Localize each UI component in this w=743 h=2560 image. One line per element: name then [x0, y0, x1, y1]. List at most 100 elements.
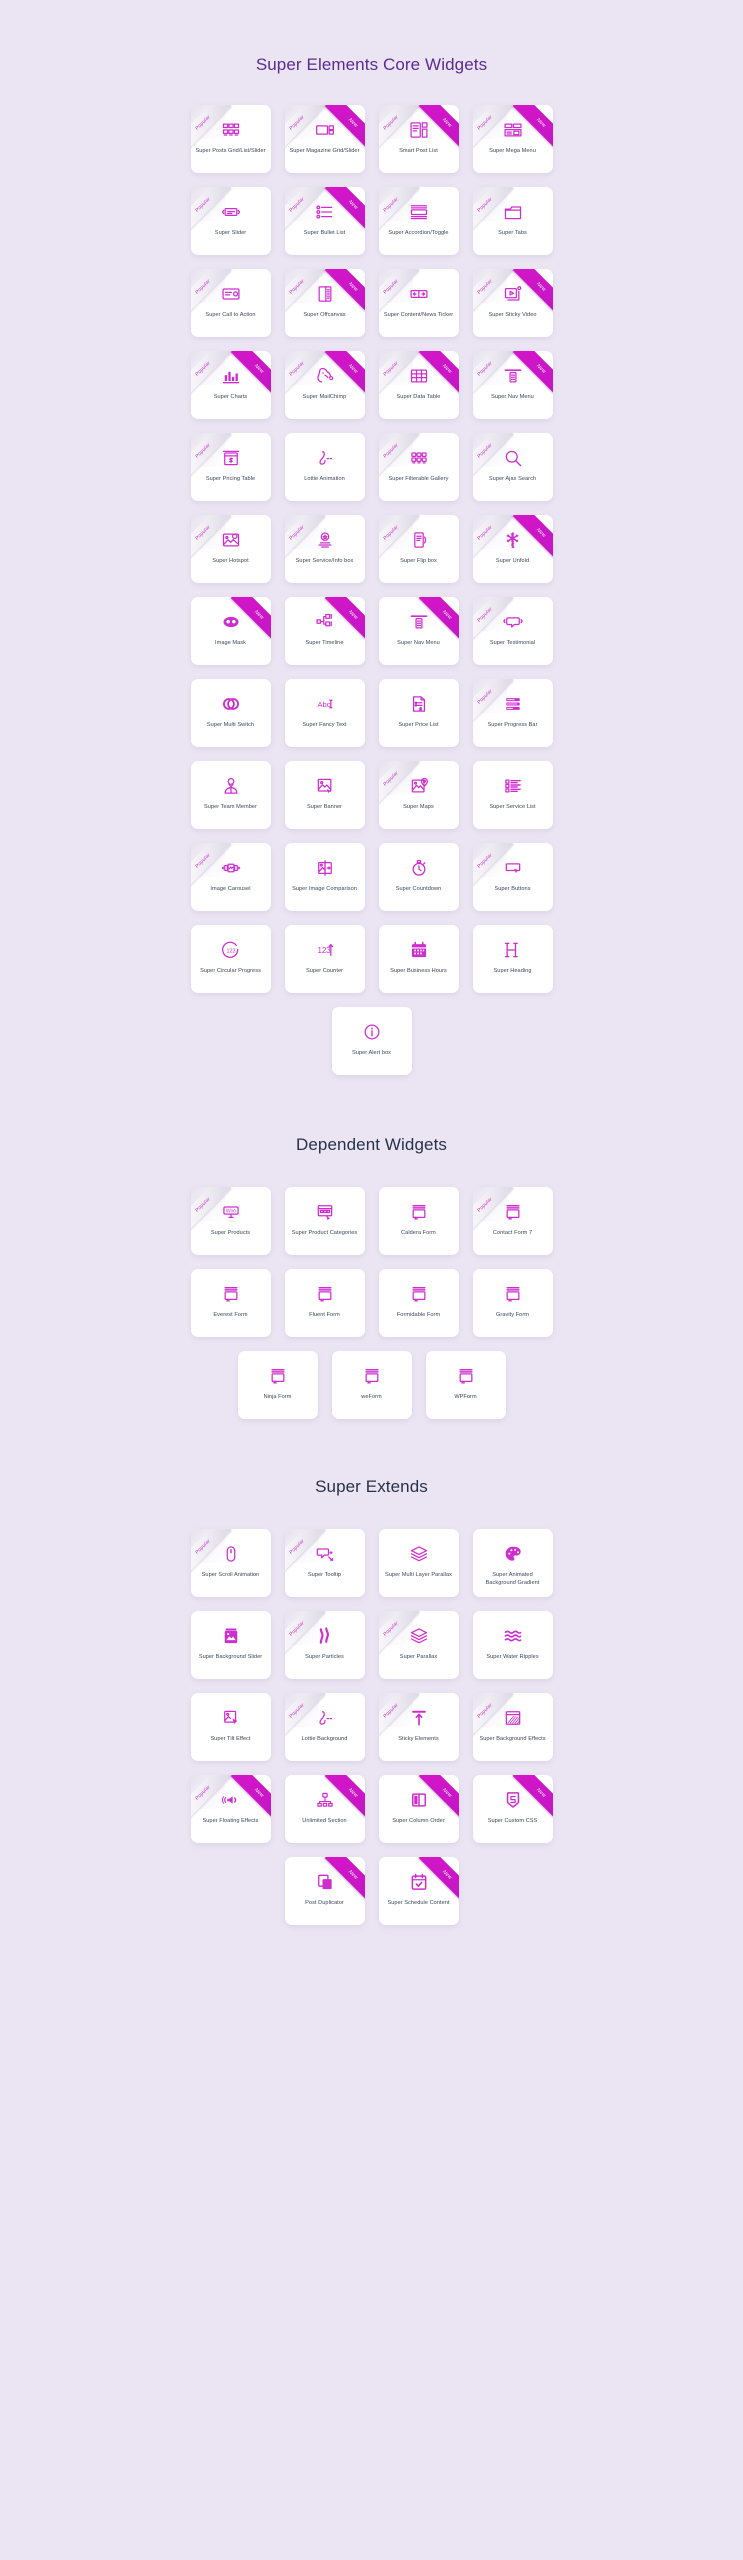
widget-card[interactable]: 123 Super Counter — [284, 925, 365, 993]
widget-card[interactable]: Popular Super Accordion/Toggle — [378, 187, 459, 255]
widget-card[interactable]: Super Alert box — [331, 1007, 412, 1075]
widget-card-label: Super Image Comparison — [292, 886, 357, 892]
widget-card[interactable]: Everest Form — [190, 1269, 271, 1337]
form-icon — [455, 1365, 477, 1387]
sticky-elements-icon — [408, 1707, 430, 1729]
widget-card[interactable]: Popular Super Content/News Ticker — [378, 269, 459, 337]
widget-card[interactable]: Popular New Smart Post List — [378, 105, 459, 173]
widget-card[interactable]: Popular New Super MailChimp — [284, 351, 365, 419]
testimonial-icon — [502, 611, 524, 633]
widget-row: Super Alert box — [0, 1007, 743, 1075]
widget-card[interactable]: New Post Duplicator — [284, 1857, 365, 1925]
widget-card[interactable]: Caldera Form — [378, 1187, 459, 1255]
widget-card[interactable]: Gravity Form — [472, 1269, 553, 1337]
widget-card[interactable]: Popular Super Posts Grid/List/Slider — [190, 105, 271, 173]
widget-card[interactable]: Popular Image Carousel — [190, 843, 271, 911]
widget-card[interactable]: Popular Super Ajax Search — [472, 433, 553, 501]
widget-card[interactable]: Super Background Slider — [190, 1611, 271, 1679]
widget-card[interactable]: 123 Super Circular Progress — [190, 925, 271, 993]
widget-card[interactable]: Popular New Super Floating Effects — [190, 1775, 271, 1843]
widget-card[interactable]: Popular New Super Magazine Grid/Slider — [284, 105, 365, 173]
widget-card[interactable]: Popular New Super Bullet List — [284, 187, 365, 255]
accordion-icon — [408, 201, 430, 223]
widget-card[interactable]: Popular New Super Data Table — [378, 351, 459, 419]
widget-card-label: Super Hotspot — [212, 558, 249, 564]
widget-card-label: Smart Post List — [399, 148, 438, 154]
form-icon — [220, 1283, 242, 1305]
widget-card[interactable]: Super Countdown — [378, 843, 459, 911]
widget-card[interactable]: weForm — [331, 1351, 412, 1419]
widget-card-label: Super Buttons — [494, 886, 531, 892]
widget-card[interactable]: New Super Nav Menu — [378, 597, 459, 665]
widget-card[interactable]: Super Business Hours — [378, 925, 459, 993]
widget-card[interactable]: Fluent Form — [284, 1269, 365, 1337]
widget-card[interactable]: Popular Super Pricing Table — [190, 433, 271, 501]
widget-card[interactable]: Super Image Comparison — [284, 843, 365, 911]
widget-card[interactable]: Popular Sticky Elements — [378, 1693, 459, 1761]
widget-card-label: Super Multi Layer Parallax — [385, 1572, 452, 1578]
widget-card[interactable]: Popular New Super Nav Menu — [472, 351, 553, 419]
widget-card[interactable]: Popular Super Slider — [190, 187, 271, 255]
widget-card[interactable]: Formidable Form — [378, 1269, 459, 1337]
widget-card[interactable]: Popular Super Background Effects — [472, 1693, 553, 1761]
widget-card[interactable]: New Super Timeline — [284, 597, 365, 665]
widget-card[interactable]: Popular New Super Mega Menu — [472, 105, 553, 173]
widget-card[interactable]: Popular New Super Offcanvas — [284, 269, 365, 337]
widget-row: Popular New Super Floating Effects New Unlim… — [0, 1775, 743, 1843]
widget-card[interactable]: Popular Super Parallax — [378, 1611, 459, 1679]
widget-card[interactable]: Popular Contact Form 7 — [472, 1187, 553, 1255]
background-slider-icon — [220, 1625, 242, 1647]
widget-card-label: Super Business Hours — [390, 968, 447, 974]
form-icon — [408, 1201, 430, 1223]
widget-card[interactable]: Super Tilt Effect — [190, 1693, 271, 1761]
widget-card[interactable]: Popular Super Scroll Animation — [190, 1529, 271, 1597]
widget-card[interactable]: Popular Super Particles — [284, 1611, 365, 1679]
widget-card[interactable]: Popular Super Hotspot — [190, 515, 271, 583]
widget-card[interactable]: New Super Column Order — [378, 1775, 459, 1843]
widget-card[interactable]: Popular New Super Sticky Video — [472, 269, 553, 337]
widget-card[interactable]: Super Price List — [378, 679, 459, 747]
widget-card[interactable]: Super Water Ripples — [472, 1611, 553, 1679]
widget-card[interactable]: Abc Super Fancy Text — [284, 679, 365, 747]
widget-card[interactable]: Popular New Super Charts — [190, 351, 271, 419]
widget-card[interactable]: Popular Super Service/Info box — [284, 515, 365, 583]
widget-card[interactable]: WPForm — [425, 1351, 506, 1419]
widget-card[interactable]: New Super Custom CSS — [472, 1775, 553, 1843]
widget-card[interactable]: Popular Lottie Background — [284, 1693, 365, 1761]
widget-card[interactable]: Super Animated Background Gradient — [472, 1529, 553, 1597]
widget-row: Popular Super Call to Action Popular New Sup… — [0, 269, 743, 337]
widget-card[interactable]: Super Service List — [472, 761, 553, 829]
widget-card[interactable]: Popular Super Testimonial — [472, 597, 553, 665]
widget-card[interactable]: Ninja Form — [237, 1351, 318, 1419]
widget-card[interactable]: Popular Super Progress Bar — [472, 679, 553, 747]
widget-card[interactable]: Super Multi Switch — [190, 679, 271, 747]
widget-card[interactable]: Super Banner — [284, 761, 365, 829]
widget-card[interactable]: Super Multi Layer Parallax — [378, 1529, 459, 1597]
widget-card[interactable]: Popular Super Maps — [378, 761, 459, 829]
widget-card-label: Lottie Background — [301, 1736, 348, 1742]
widget-card[interactable]: Popular Super Tabs — [472, 187, 553, 255]
nav-menu-icon — [502, 365, 524, 387]
widget-card[interactable]: Popular New Super Unfold — [472, 515, 553, 583]
widget-card[interactable]: Popular Super Filterable Gallery — [378, 433, 459, 501]
widget-card[interactable]: Popular Super Tooltip — [284, 1529, 365, 1597]
widget-card[interactable]: Popular Super Flip box — [378, 515, 459, 583]
widget-row: Popular New Super Charts Popular New Super Ma… — [0, 351, 743, 419]
heading-icon — [502, 939, 524, 961]
water-ripples-icon — [502, 1625, 524, 1647]
widget-card[interactable]: New Super Schedule Content — [378, 1857, 459, 1925]
widget-card[interactable]: Popular Super Buttons — [472, 843, 553, 911]
widget-card[interactable]: Super Heading — [472, 925, 553, 993]
widget-card[interactable]: Popular Super Call to Action — [190, 269, 271, 337]
widget-card-label: Super Tilt Effect — [210, 1736, 251, 1742]
widget-card[interactable]: New Image Mask — [190, 597, 271, 665]
service-info-icon — [314, 529, 336, 551]
widget-card-label: Super Scroll Animation — [201, 1572, 260, 1578]
widget-card[interactable]: Super Team Member — [190, 761, 271, 829]
widget-card[interactable]: Super Product Categories — [284, 1187, 365, 1255]
widget-card-label: Everest Form — [213, 1312, 248, 1318]
widget-card-label: Super MailChimp — [302, 394, 347, 400]
widget-card[interactable]: New Unlimited Section — [284, 1775, 365, 1843]
widget-card[interactable]: Lottie Animation — [284, 433, 365, 501]
widget-card[interactable]: Popular Woo Super Products — [190, 1187, 271, 1255]
